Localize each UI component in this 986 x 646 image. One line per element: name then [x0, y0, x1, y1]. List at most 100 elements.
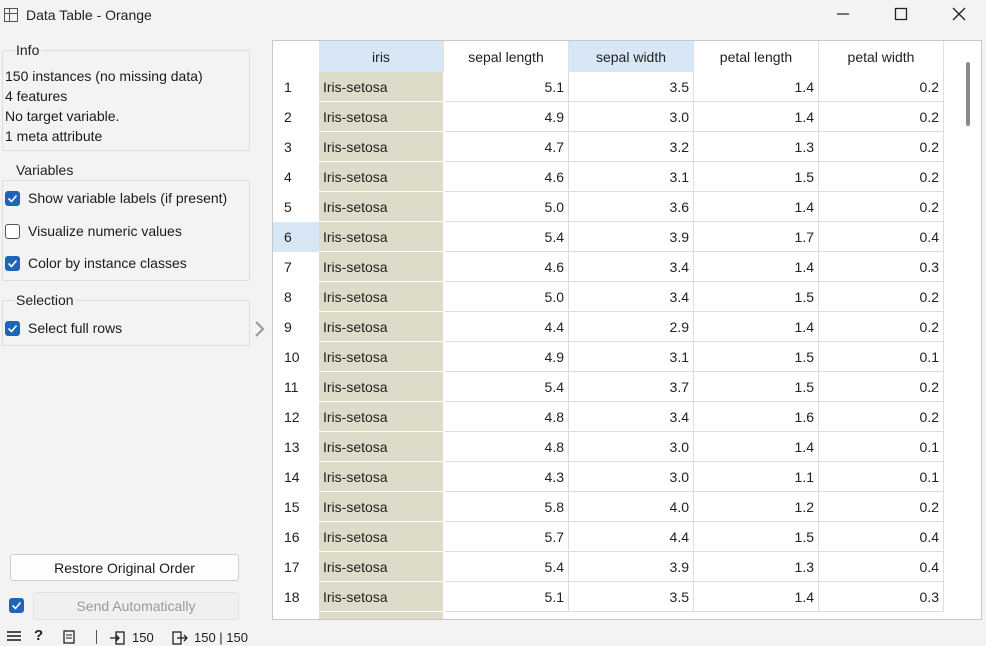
table-cell[interactable]: Iris-setosa — [319, 282, 444, 312]
row-header[interactable]: 8 — [273, 282, 319, 312]
table-cell[interactable]: 4.6 — [444, 252, 569, 282]
minimize-button[interactable] — [814, 0, 872, 28]
table-cell[interactable]: 5.4 — [444, 372, 569, 402]
row-header[interactable]: 15 — [273, 492, 319, 522]
table-cell[interactable]: 1.4 — [694, 312, 819, 342]
table-cell[interactable]: 5.8 — [444, 492, 569, 522]
table-cell[interactable]: 3.7 — [569, 372, 694, 402]
table-cell[interactable]: 1.2 — [694, 492, 819, 522]
visualize-numeric-checkbox[interactable]: Visualize numeric values — [5, 223, 182, 239]
table-cell[interactable]: 0.2 — [819, 192, 944, 222]
table-cell[interactable]: Iris-setosa — [319, 522, 444, 552]
column-header[interactable]: petal length — [694, 41, 819, 72]
table-cell[interactable]: 1.4 — [694, 582, 819, 612]
table-cell[interactable]: Iris-setosa — [319, 132, 444, 162]
table-cell[interactable]: 1.7 — [694, 222, 819, 252]
auto-send-checkbox[interactable] — [9, 598, 24, 613]
table-cell[interactable]: 0.4 — [819, 552, 944, 582]
menu-icon[interactable] — [6, 630, 22, 642]
table-cell[interactable] — [319, 612, 444, 619]
collapse-panel-button[interactable] — [254, 320, 266, 341]
table-cell[interactable]: 1.3 — [694, 132, 819, 162]
table-cell[interactable]: 4.4 — [569, 522, 694, 552]
row-header[interactable]: 11 — [273, 372, 319, 402]
table-cell[interactable]: Iris-setosa — [319, 342, 444, 372]
table-cell[interactable]: 4.7 — [444, 132, 569, 162]
table-cell[interactable]: Iris-setosa — [319, 312, 444, 342]
table-cell[interactable]: 5.7 — [444, 522, 569, 552]
row-header[interactable]: 2 — [273, 102, 319, 132]
table-cell[interactable]: 1.6 — [694, 402, 819, 432]
table-cell[interactable]: 3.4 — [569, 402, 694, 432]
table-cell[interactable]: 4.6 — [444, 162, 569, 192]
row-header[interactable]: 5 — [273, 192, 319, 222]
table-cell[interactable]: 0.2 — [819, 312, 944, 342]
table-cell[interactable]: 0.3 — [819, 252, 944, 282]
table-cell[interactable]: 0.4 — [819, 222, 944, 252]
row-header[interactable]: 18 — [273, 582, 319, 612]
restore-original-order-button[interactable]: Restore Original Order — [10, 554, 239, 581]
row-header[interactable]: 9 — [273, 312, 319, 342]
table-cell[interactable]: Iris-setosa — [319, 162, 444, 192]
row-header[interactable]: 17 — [273, 552, 319, 582]
table-cell[interactable]: Iris-setosa — [319, 102, 444, 132]
table-cell[interactable]: 1.5 — [694, 162, 819, 192]
row-header[interactable]: 7 — [273, 252, 319, 282]
help-icon[interactable]: ? — [34, 627, 43, 644]
report-icon[interactable] — [62, 630, 76, 644]
table-cell[interactable]: 3.1 — [569, 162, 694, 192]
table-cell[interactable]: 5.0 — [444, 282, 569, 312]
row-header[interactable]: 3 — [273, 132, 319, 162]
row-header[interactable]: 16 — [273, 522, 319, 552]
table-cell[interactable]: 4.3 — [444, 462, 569, 492]
row-header[interactable]: 10 — [273, 342, 319, 372]
table-cell[interactable]: Iris-setosa — [319, 372, 444, 402]
table-cell[interactable]: 5.4 — [444, 552, 569, 582]
table-cell[interactable]: 4.8 — [444, 402, 569, 432]
table-cell[interactable]: 3.4 — [569, 282, 694, 312]
table-cell[interactable]: Iris-setosa — [319, 402, 444, 432]
table-cell[interactable]: 4.0 — [569, 492, 694, 522]
row-header[interactable]: 12 — [273, 402, 319, 432]
table-cell[interactable]: 0.2 — [819, 72, 944, 102]
column-header[interactable]: sepal width — [569, 41, 694, 72]
row-header[interactable]: 14 — [273, 462, 319, 492]
send-automatically-button[interactable]: Send Automatically — [33, 592, 239, 620]
table-cell[interactable]: 1.1 — [694, 462, 819, 492]
table-cell[interactable]: Iris-setosa — [319, 582, 444, 612]
table-cell[interactable]: 1.5 — [694, 522, 819, 552]
table-cell[interactable]: 5.0 — [444, 192, 569, 222]
table-cell[interactable]: 0.2 — [819, 492, 944, 522]
table-cell[interactable]: 4.9 — [444, 102, 569, 132]
table-cell[interactable]: 3.0 — [569, 432, 694, 462]
select-full-rows-checkbox[interactable]: Select full rows — [5, 320, 122, 336]
table-cell[interactable]: 0.1 — [819, 342, 944, 372]
table-cell[interactable]: Iris-setosa — [319, 252, 444, 282]
table-cell[interactable]: 1.5 — [694, 372, 819, 402]
table-cell[interactable]: Iris-setosa — [319, 432, 444, 462]
color-by-class-checkbox[interactable]: Color by instance classes — [5, 255, 187, 271]
table-cell[interactable]: Iris-setosa — [319, 492, 444, 522]
table-cell[interactable]: 3.4 — [569, 252, 694, 282]
column-header[interactable]: iris — [319, 41, 444, 72]
table-cell[interactable]: 4.9 — [444, 342, 569, 372]
table-cell[interactable]: 0.2 — [819, 372, 944, 402]
table-cell[interactable]: 3.6 — [569, 192, 694, 222]
table-cell[interactable]: 1.4 — [694, 432, 819, 462]
row-header[interactable]: 6 — [273, 222, 319, 252]
close-button[interactable] — [930, 0, 986, 28]
table-cell[interactable]: 0.4 — [819, 522, 944, 552]
table-cell[interactable]: 3.2 — [569, 132, 694, 162]
vertical-scrollbar[interactable] — [966, 62, 970, 126]
table-cell[interactable]: 1.5 — [694, 342, 819, 372]
maximize-button[interactable] — [872, 0, 930, 28]
table-cell[interactable]: 3.5 — [569, 72, 694, 102]
table-cell[interactable]: Iris-setosa — [319, 72, 444, 102]
table-cell[interactable]: 0.2 — [819, 162, 944, 192]
table-cell[interactable]: Iris-setosa — [319, 552, 444, 582]
row-header[interactable]: 13 — [273, 432, 319, 462]
table-cell[interactable]: 0.3 — [819, 582, 944, 612]
table-cell[interactable]: 1.3 — [694, 552, 819, 582]
column-header[interactable]: sepal length — [444, 41, 569, 72]
table-cell[interactable]: 1.4 — [694, 192, 819, 222]
